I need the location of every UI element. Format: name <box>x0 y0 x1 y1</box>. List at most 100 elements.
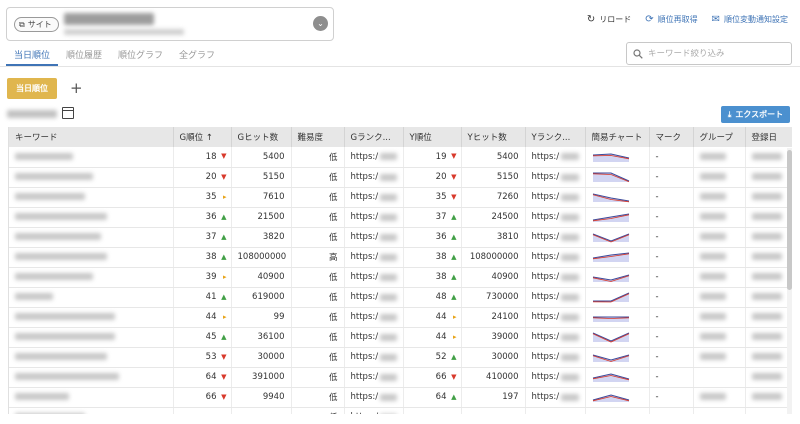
col-y-hits[interactable]: Yヒット数 <box>461 127 526 147</box>
y-url-link[interactable]: https:/ <box>532 192 579 202</box>
table-row[interactable]: 20 ▼ 5150 低 https:/20 ▼ 5150 https:/- <box>9 167 792 188</box>
y-url-cell[interactable]: https:/ <box>525 327 586 348</box>
y-url-cell[interactable] <box>525 407 586 414</box>
keyword-cell[interactable] <box>9 227 174 248</box>
g-url-link[interactable]: https:/ <box>351 412 397 414</box>
group-cell[interactable] <box>693 207 746 228</box>
mark-cell[interactable]: - <box>649 147 694 168</box>
g-url-link[interactable]: https:/ <box>351 192 397 202</box>
g-url-cell[interactable]: https:/ <box>344 147 404 168</box>
keyword-cell[interactable] <box>9 267 174 288</box>
keyword-cell[interactable] <box>9 167 174 188</box>
table-row[interactable]: 45 ▲ 36100 低 https:/ 44 ▸ 39000 https:/ - <box>9 327 792 348</box>
g-url-link[interactable]: https:/ <box>351 372 397 382</box>
table-row[interactable]: 66 ▼ 9940 低 https:/ 64 ▲ 197 https:/ - <box>9 387 792 408</box>
keyword-filter[interactable] <box>626 42 792 65</box>
g-url-link[interactable]: https:/ <box>351 232 397 242</box>
table-row[interactable]: 41 ▲ 619000 低 https:/ 48 ▲ 730000 https:/ - <box>9 287 792 308</box>
y-url-cell[interactable]: https:/ <box>525 267 586 288</box>
keyword-cell[interactable] <box>9 407 174 414</box>
keyword-cell[interactable] <box>9 187 174 208</box>
table-row[interactable]: 18 ▼ 5400 低 https:/19 ▼ 5400 https:/- <box>9 147 792 168</box>
mark-cell[interactable]: - <box>649 207 694 228</box>
g-url-cell[interactable]: https:/ <box>344 347 404 368</box>
g-url-cell[interactable]: https:/ <box>344 327 404 348</box>
reload-button[interactable]: ↻ リロード <box>587 14 631 25</box>
keyword-cell[interactable] <box>9 387 174 408</box>
group-cell[interactable] <box>693 227 746 248</box>
g-url-cell[interactable]: https:/ <box>344 387 404 408</box>
y-url-link[interactable]: https:/ <box>532 172 579 182</box>
y-url-link[interactable]: https:/ <box>532 292 579 302</box>
table-row[interactable]: 44 ▸ 99 低 https:/ 44 ▸ 24100 https:/ - <box>9 307 792 328</box>
table-row[interactable]: 38 ▲ 108000000 高 https:/38 ▲ 108000000 https:/- <box>9 247 792 268</box>
y-url-cell[interactable]: https:/ <box>525 367 586 388</box>
group-cell[interactable] <box>693 187 746 208</box>
group-cell[interactable] <box>693 287 746 308</box>
keyword-cell[interactable] <box>9 347 174 368</box>
table-row[interactable]: 35 ▸ 7610 低 https:/ 35 ▼ 7260 https:/ - <box>9 187 792 208</box>
keyword-cell[interactable] <box>9 307 174 328</box>
g-url-link[interactable]: https:/ <box>351 352 397 362</box>
g-url-cell[interactable]: https:/ <box>344 247 404 268</box>
g-url-link[interactable]: https:/ <box>351 332 397 342</box>
mark-cell[interactable] <box>649 407 694 414</box>
col-g-rank[interactable]: G順位 ↑ <box>173 127 232 147</box>
y-url-link[interactable]: https:/ <box>532 212 579 222</box>
table-row[interactable]: 36 ▲ 21500 低 https:/ 37 ▲ 24500 https:/ - <box>9 207 792 228</box>
y-url-link[interactable]: https:/ <box>532 372 579 382</box>
y-url-link[interactable]: https:/ <box>532 252 579 262</box>
mark-cell[interactable]: - <box>649 267 694 288</box>
mark-cell[interactable]: - <box>649 307 694 328</box>
g-url-cell[interactable]: https:/ <box>344 267 404 288</box>
group-cell[interactable] <box>693 147 746 168</box>
col-mark[interactable]: マーク <box>649 127 694 147</box>
col-y-url[interactable]: Yランク... <box>525 127 586 147</box>
y-url-cell[interactable]: https:/ <box>525 307 586 328</box>
g-url-link[interactable]: https:/ <box>351 212 397 222</box>
keyword-cell[interactable] <box>9 287 174 308</box>
col-group[interactable]: グループ <box>693 127 746 147</box>
y-url-link[interactable]: https:/ <box>532 232 579 242</box>
col-g-url[interactable]: Gランク... <box>344 127 404 147</box>
g-url-link[interactable]: https:/ <box>351 172 397 182</box>
mark-cell[interactable]: - <box>649 387 694 408</box>
chevron-down-icon[interactable]: ⌄ <box>313 16 328 31</box>
group-cell[interactable] <box>693 347 746 368</box>
mark-cell[interactable]: - <box>649 367 694 388</box>
group-cell[interactable] <box>693 367 746 388</box>
keyword-cell[interactable] <box>9 147 174 168</box>
group-cell[interactable] <box>693 267 746 288</box>
y-url-link[interactable]: https:/ <box>532 152 579 162</box>
y-url-cell[interactable]: https:/ <box>525 147 586 168</box>
col-y-rank[interactable]: Y順位 <box>403 127 462 147</box>
g-url-cell[interactable]: https:/ <box>344 287 404 308</box>
mark-cell[interactable]: - <box>649 347 694 368</box>
group-cell[interactable] <box>693 167 746 188</box>
g-url-cell[interactable]: https:/ <box>344 227 404 248</box>
table-row[interactable]: 39 ▸ 40900 低 https:/38 ▲ 40900 https:/- <box>9 267 792 288</box>
y-url-link[interactable]: https:/ <box>532 272 579 282</box>
table-row[interactable]: 53 ▼ 30000 低 https:/52 ▲ 30000 https:/- <box>9 347 792 368</box>
y-url-link[interactable]: https:/ <box>532 352 579 362</box>
y-url-cell[interactable]: https:/ <box>525 287 586 308</box>
mark-cell[interactable]: - <box>649 167 694 188</box>
group-cell[interactable] <box>693 307 746 328</box>
tab-rank-history[interactable]: 順位履歴 <box>58 44 110 66</box>
g-url-cell[interactable]: https:/ <box>344 367 404 388</box>
table-scrollbar-thumb[interactable] <box>787 150 792 290</box>
table-row[interactable]: 64 ▼ 391000 低 https:/ 66 ▼ 410000 https:/ - <box>9 367 792 388</box>
y-url-cell[interactable]: https:/ <box>525 167 586 188</box>
export-button[interactable]: ⤓ エクスポート <box>721 106 790 123</box>
y-url-cell[interactable]: https:/ <box>525 387 586 408</box>
calendar-icon[interactable] <box>62 107 74 119</box>
group-cell[interactable] <box>693 407 746 414</box>
keyword-filter-input[interactable] <box>648 48 788 59</box>
g-url-link[interactable]: https:/ <box>351 392 397 402</box>
tab-all-graphs[interactable]: 全グラフ <box>171 44 223 66</box>
g-url-cell[interactable]: https:/ <box>344 187 404 208</box>
add-filter-button[interactable]: + <box>70 80 83 97</box>
col-difficulty[interactable]: 難易度 <box>291 127 345 147</box>
group-cell[interactable] <box>693 327 746 348</box>
table-row[interactable]: 低 https:/ <box>9 407 792 414</box>
